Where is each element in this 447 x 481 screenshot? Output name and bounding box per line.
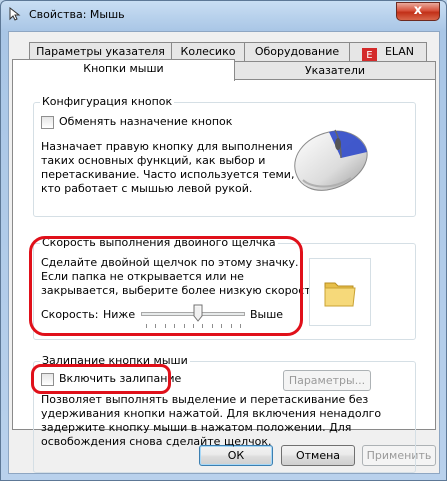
config-description-line: кто работает с мышью левой рукой. <box>41 182 253 195</box>
swap-buttons-label[interactable]: Обменять назначение кнопок <box>59 115 232 129</box>
properties-window: Свойства: Мышь x Параметры указателя Кол… <box>0 0 447 481</box>
group-legend: Конфигурация кнопок <box>40 95 175 108</box>
close-button[interactable]: x <box>396 2 440 21</box>
tab-label: Указатели <box>304 64 366 77</box>
tab-elan[interactable]: E ELAN <box>349 42 427 63</box>
tab-panel-mouse-buttons: Конфигурация кнопок Обменять назначение … <box>12 79 436 473</box>
tab-hardware[interactable]: Оборудование <box>244 42 350 61</box>
click-lock-description-line: задержите кнопку мыши в нажатом положени… <box>41 421 352 434</box>
click-lock-description-line: Позволяет выполнять выделение и перетаск… <box>41 393 369 406</box>
test-folder-area[interactable] <box>309 258 371 326</box>
mouse-pointer-icon <box>9 7 21 21</box>
click-lock-settings-button[interactable]: Параметры... <box>283 370 371 391</box>
mouse-image-icon <box>294 129 368 191</box>
swap-buttons-checkbox[interactable] <box>41 116 54 129</box>
click-lock-description-line: удерживания кнопки нажатой. Для включени… <box>41 407 382 420</box>
tab-mouse-buttons[interactable]: Кнопки мыши <box>12 59 235 81</box>
highlight-click-lock <box>31 364 171 394</box>
tab-label: Кнопки мыши <box>83 62 164 75</box>
config-description-line: перетаскивание. Часто используется теми, <box>41 168 295 181</box>
tab-label: Параметры указателя <box>36 45 165 58</box>
highlight-double-click <box>29 236 303 336</box>
title-bar[interactable]: Свойства: Мышь x <box>1 1 446 29</box>
click-lock-description-line: освобождения снова сделайте щелчок. <box>41 435 272 448</box>
tab-label: Колесико <box>180 45 236 58</box>
dialog-client-area: Параметры указателя Колесико Оборудовани… <box>8 31 440 474</box>
tab-label: Оборудование <box>254 45 340 58</box>
folder-icon[interactable] <box>323 277 357 309</box>
config-description-line: таких основных функций, как выбор и <box>41 154 266 167</box>
tab-pointers[interactable]: Указатели <box>234 61 436 79</box>
tab-label: ELAN <box>384 45 415 58</box>
config-description-line: Назначает правую кнопку для выполнения <box>41 140 293 153</box>
window-title: Свойства: Мышь <box>29 8 125 21</box>
